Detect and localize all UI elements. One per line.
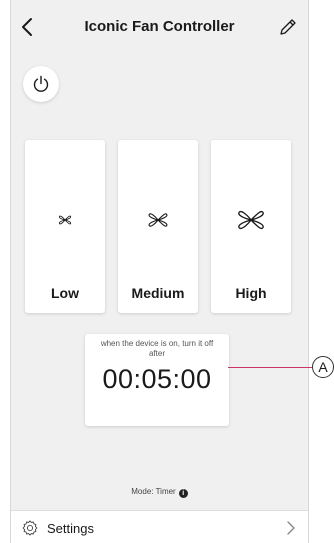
gear-icon	[22, 520, 38, 536]
chevron-right-icon	[287, 521, 295, 535]
pencil-icon[interactable]	[278, 17, 298, 37]
phone-screen: Iconic Fan Controller Low Medium High wh…	[10, 0, 309, 543]
callout-leader-line	[228, 367, 312, 368]
settings-label: Settings	[47, 521, 94, 536]
speed-label-high: High	[235, 285, 267, 301]
mode-text: Mode: Timer	[131, 487, 176, 496]
speed-card-low[interactable]: Low	[25, 140, 105, 313]
fan-icon-container	[25, 202, 105, 238]
callout-marker: A	[312, 356, 334, 378]
speed-card-medium[interactable]: Medium	[118, 140, 198, 313]
mode-indicator: Mode: Timer i	[11, 487, 308, 498]
fan-icon	[148, 213, 168, 227]
page-title: Iconic Fan Controller	[84, 18, 235, 35]
settings-row[interactable]: Settings	[11, 510, 308, 543]
fan-icon	[238, 210, 264, 230]
fan-icon	[58, 215, 72, 225]
timer-card[interactable]: when the device is on, turn it off after…	[85, 334, 229, 426]
power-icon	[33, 75, 49, 92]
info-icon[interactable]: i	[178, 489, 188, 498]
fan-icon-container	[118, 202, 198, 238]
timer-value: 00:05:00	[102, 364, 212, 394]
header-bar: Iconic Fan Controller	[11, 0, 308, 54]
power-button[interactable]	[23, 66, 59, 102]
speed-label-medium: Medium	[131, 285, 185, 301]
fan-icon-container	[211, 202, 291, 238]
speed-card-high[interactable]: High	[211, 140, 291, 313]
speed-label-low: Low	[51, 285, 79, 301]
timer-hint: when the device is on, turn it off after	[100, 339, 214, 358]
